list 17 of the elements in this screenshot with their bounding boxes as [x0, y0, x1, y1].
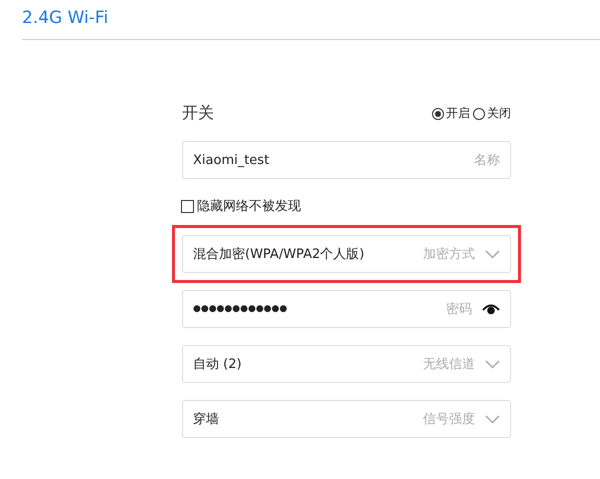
password-field[interactable]: ●●●●●●●●●●●● 密码 [182, 290, 511, 328]
checkbox[interactable] [181, 200, 194, 212]
radio-option[interactable]: 开启 [432, 105, 470, 122]
chevron-down-icon [485, 250, 500, 258]
radio-option[interactable]: 关闭 [473, 105, 511, 122]
checkbox-label: 隐藏网络不被发现 [197, 198, 301, 215]
page-title: 2.4G Wi-Fi [21, 7, 110, 30]
radio-button[interactable] [473, 108, 485, 120]
dropdown-field[interactable]: 穿墙 信号强度 [182, 400, 511, 438]
dropdown-field[interactable]: 混合加密(WPA/WPA2个人版) 加密方式 [182, 235, 511, 273]
eye-icon[interactable] [482, 303, 500, 315]
name-field[interactable]: Xiaomi_test 名称 [182, 141, 511, 179]
radio-button[interactable] [432, 108, 444, 120]
chevron-down-icon [485, 360, 500, 368]
dropdown-field[interactable]: 自动 (2) 无线信道 [182, 345, 511, 383]
switch-label: 开关 [182, 103, 214, 124]
chevron-down-icon [485, 414, 500, 424]
